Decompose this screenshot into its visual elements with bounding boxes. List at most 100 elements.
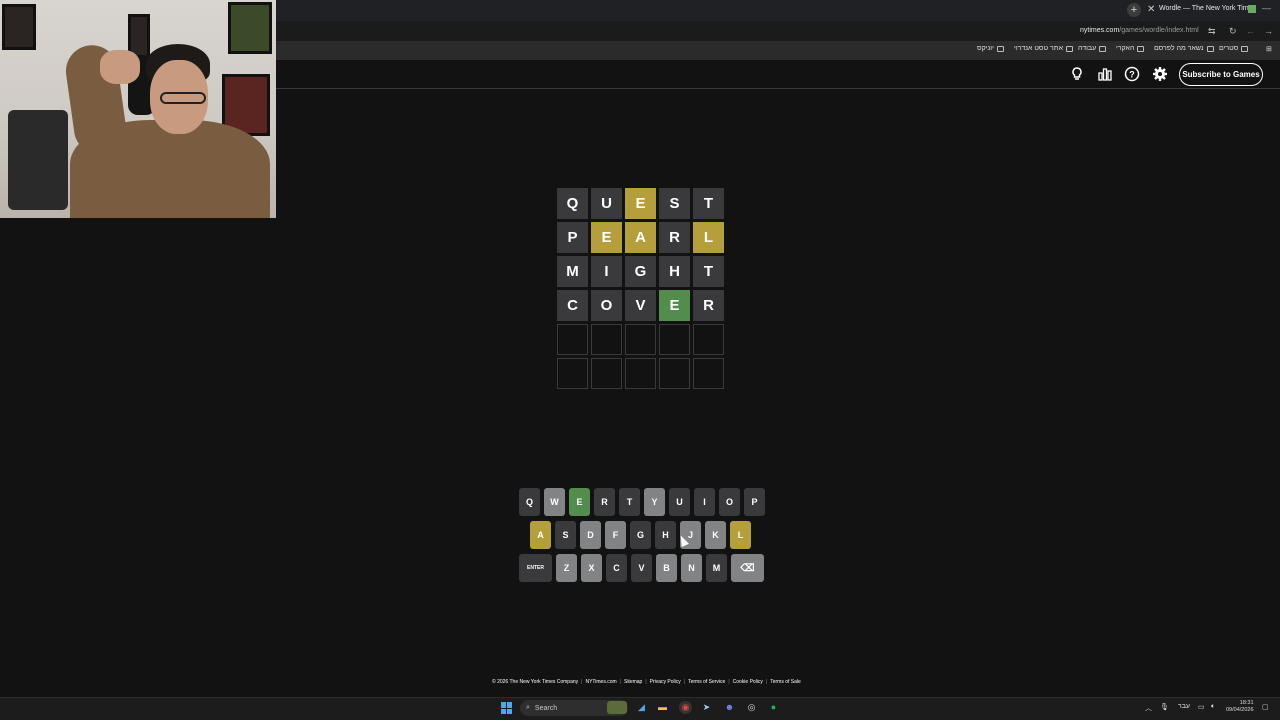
key-t[interactable]: T: [619, 488, 640, 516]
board-tile: T: [693, 188, 724, 219]
translate-icon[interactable]: ⇆: [1208, 26, 1216, 37]
key-o[interactable]: O: [719, 488, 740, 516]
back-icon[interactable]: ←: [1246, 26, 1255, 36]
key-d[interactable]: D: [580, 521, 601, 549]
page-footer: © 2026 The New York Times Company | NYTime…: [492, 679, 801, 685]
bookmark-folder[interactable]: האקרי: [1116, 45, 1145, 52]
url-field[interactable]: nytimes.com/games/wordle/index.html: [1080, 27, 1199, 34]
key-n[interactable]: N: [681, 554, 702, 582]
svg-text:?: ?: [1129, 70, 1135, 80]
board-tile: T: [693, 256, 724, 287]
tab-title[interactable]: Wordle — The New York Times: [1159, 5, 1256, 12]
bookmark-label: נשאר מה לפרסם: [1154, 45, 1204, 52]
backspace-key[interactable]: ⌫: [731, 554, 764, 582]
bookmark-folder[interactable]: סטרים: [1219, 45, 1249, 52]
reload-icon[interactable]: ↻: [1229, 26, 1237, 37]
stats-icon[interactable]: [1097, 66, 1113, 82]
bookmark-label: עבודה: [1078, 45, 1097, 52]
footer-separator: |: [619, 679, 621, 685]
key-r[interactable]: R: [594, 488, 615, 516]
wall-poster: [2, 4, 36, 50]
key-l[interactable]: L: [730, 521, 751, 549]
subscribe-button[interactable]: Subscribe to Games: [1179, 63, 1263, 86]
footer-link[interactable]: Privacy Policy: [650, 679, 681, 685]
bookmark-folder[interactable]: אתר טסט אנדרוי: [1014, 45, 1073, 52]
key-h[interactable]: H: [655, 521, 676, 549]
key-q[interactable]: Q: [519, 488, 540, 516]
board-tile: [693, 358, 724, 389]
steam-icon[interactable]: ➤: [700, 701, 713, 714]
chrome-icon[interactable]: ◉: [679, 701, 692, 714]
bookmark-folder[interactable]: יוניקס: [977, 45, 1004, 52]
key-i[interactable]: I: [694, 488, 715, 516]
key-f[interactable]: F: [605, 521, 626, 549]
notifications-icon[interactable]: ▢: [1262, 703, 1269, 711]
network-icon[interactable]: ▭: [1198, 703, 1205, 711]
wall-poster: [228, 2, 272, 54]
key-v[interactable]: V: [631, 554, 652, 582]
widgets-icon[interactable]: [607, 701, 627, 714]
help-icon[interactable]: ?: [1124, 66, 1140, 82]
key-e[interactable]: E: [569, 488, 590, 516]
board-tile: R: [693, 290, 724, 321]
key-p[interactable]: P: [744, 488, 765, 516]
language-indicator[interactable]: עבר: [1178, 703, 1190, 710]
bookmark-folder[interactable]: עבודה: [1078, 45, 1107, 52]
close-tab-icon[interactable]: ✕: [1147, 4, 1155, 15]
board-tile: E: [625, 188, 656, 219]
tray-chevron-icon[interactable]: ︿: [1145, 703, 1152, 713]
key-m[interactable]: M: [706, 554, 727, 582]
obs-icon[interactable]: ◎: [745, 701, 758, 714]
key-k[interactable]: K: [705, 521, 726, 549]
vscode-icon[interactable]: ◢: [635, 701, 648, 714]
lightbulb-icon[interactable]: [1069, 66, 1085, 82]
key-b[interactable]: B: [656, 554, 677, 582]
folder-icon: [1099, 45, 1107, 52]
board-tile: E: [591, 222, 622, 253]
key-c[interactable]: C: [606, 554, 627, 582]
wordle-favicon-icon: [1248, 5, 1256, 13]
enter-key[interactable]: ENTER: [519, 554, 552, 582]
board-tile: C: [557, 290, 588, 321]
taskbar-search-label: Search: [534, 704, 558, 712]
board-tile: [625, 358, 656, 389]
key-a[interactable]: A: [530, 521, 551, 549]
bookmark-folder[interactable]: נשאר מה לפרסם: [1154, 45, 1214, 52]
key-w[interactable]: W: [544, 488, 565, 516]
key-x[interactable]: X: [581, 554, 602, 582]
windows-start-icon[interactable]: [501, 702, 513, 714]
file-explorer-icon[interactable]: ▬: [656, 701, 669, 714]
board-tile: G: [625, 256, 656, 287]
new-tab-icon[interactable]: +: [1127, 3, 1141, 17]
microphone-icon[interactable]: 🎙︎: [1160, 703, 1169, 711]
footer-link[interactable]: © 2026 The New York Times Company: [492, 679, 578, 685]
person-hand: [100, 50, 140, 84]
footer-link[interactable]: Sitemap: [624, 679, 642, 685]
footer-link[interactable]: Cookie Policy: [733, 679, 763, 685]
board-tile: U: [591, 188, 622, 219]
key-y[interactable]: Y: [644, 488, 665, 516]
key-s[interactable]: S: [555, 521, 576, 549]
url-domain: nytimes.com: [1080, 27, 1120, 34]
window-controls[interactable]: —: [1262, 3, 1271, 13]
footer-link[interactable]: NYTimes.com: [585, 679, 616, 685]
board-tile: L: [693, 222, 724, 253]
spotify-icon[interactable]: ●: [767, 701, 780, 714]
settings-icon[interactable]: [1152, 66, 1168, 82]
volume-icon[interactable]: 🔈︎: [1211, 703, 1215, 711]
footer-link[interactable]: Terms of Service: [688, 679, 725, 685]
forward-icon[interactable]: →: [1264, 26, 1273, 36]
key-z[interactable]: Z: [556, 554, 577, 582]
board-tile: [625, 324, 656, 355]
key-u[interactable]: U: [669, 488, 690, 516]
board-tile: [557, 358, 588, 389]
taskbar-clock[interactable]: 18:31 09/04/2026: [1226, 700, 1254, 714]
board-tile: S: [659, 188, 690, 219]
board-tile: R: [659, 222, 690, 253]
footer-link[interactable]: Terms of Sale: [770, 679, 801, 685]
discord-icon[interactable]: ☻: [723, 701, 736, 714]
key-g[interactable]: G: [630, 521, 651, 549]
bookmarks-menu-icon[interactable]: ⊞: [1266, 45, 1272, 53]
board-tile: [591, 358, 622, 389]
url-path: /games/wordle/index.html: [1119, 27, 1199, 34]
